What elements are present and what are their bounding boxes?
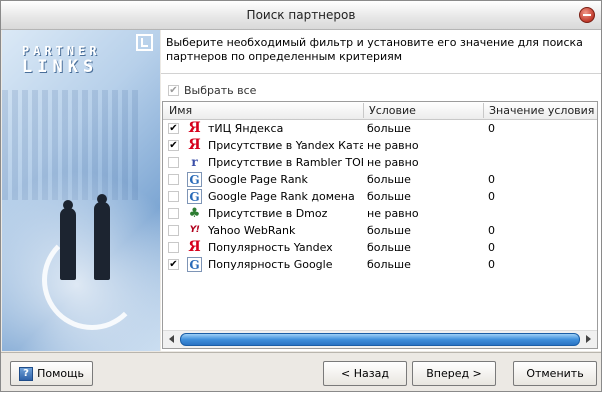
scroll-right-icon[interactable] — [586, 335, 591, 343]
scrollbar-thumb[interactable] — [180, 333, 580, 346]
select-all-control[interactable]: ✔ Выбрать все — [168, 84, 256, 97]
row-checkbox[interactable] — [168, 242, 179, 253]
table-row[interactable]: G Google Page Rank домена больше 0 — [163, 188, 597, 205]
window-title: Поиск партнеров — [246, 8, 356, 22]
table-row[interactable]: ✔ ЯтИЦ Яндекса больше 0 — [163, 120, 597, 137]
select-all-label: Выбрать все — [184, 84, 257, 97]
filter-condition[interactable]: больше — [367, 241, 482, 254]
help-icon: ? — [19, 366, 34, 381]
row-checkbox[interactable]: ✔ — [168, 123, 179, 134]
help-button-label: Помощь — [37, 367, 84, 380]
divider — [161, 73, 601, 74]
next-button[interactable]: Вперед > — [412, 361, 496, 386]
row-checkbox[interactable]: ✔ — [168, 259, 179, 270]
filter-condition[interactable]: больше — [367, 224, 482, 237]
filter-name: Присутствие в Yandex Катал... — [208, 139, 363, 152]
logo-line2: LINKS — [22, 57, 99, 77]
table-header: Имя Условие Значение условия — [163, 102, 597, 120]
filter-condition[interactable]: не равно — [367, 156, 482, 169]
filter-value[interactable]: 0 — [488, 190, 495, 203]
row-checkbox[interactable] — [168, 225, 179, 236]
table-row[interactable]: Я Популярность Yandex больше 0 — [163, 239, 597, 256]
table-row[interactable]: Y! Yahoo WebRank больше 0 — [163, 222, 597, 239]
filter-condition[interactable]: не равно — [367, 139, 482, 152]
sidebar-banner: PARTNER LINKS — [2, 30, 160, 351]
table-row[interactable]: ✔ Я Присутствие в Yandex Катал... не равно — [163, 137, 597, 154]
dmoz-icon: ♣ — [188, 206, 201, 221]
table-row[interactable]: r Присутствие в Rambler TOP1... не равно — [163, 154, 597, 171]
person-body — [94, 202, 110, 280]
row-checkbox[interactable] — [168, 157, 179, 168]
footer-divider — [1, 352, 601, 353]
filter-condition[interactable]: не равно — [367, 207, 482, 220]
corner-logo-icon — [136, 34, 153, 51]
filter-name: Присутствие в Dmoz — [208, 207, 328, 220]
google-icon: G — [187, 172, 202, 187]
column-header-condition[interactable]: Условие — [369, 104, 416, 117]
table-body: ✔ ЯтИЦ Яндекса больше 0 ✔ Я Присутствие в Yand… — [163, 120, 597, 273]
row-checkbox[interactable] — [168, 191, 179, 202]
main-panel: Выберите необходимый фильтр и установите… — [161, 30, 601, 351]
handshake-people-graphic — [56, 180, 126, 280]
horizontal-scrollbar[interactable] — [163, 330, 597, 348]
filter-value[interactable]: 0 — [488, 224, 495, 237]
filter-value[interactable]: 0 — [488, 241, 495, 254]
google-icon: G — [187, 189, 202, 204]
table-row[interactable]: G Google Page Rank больше 0 — [163, 171, 597, 188]
select-all-checkbox[interactable]: ✔ — [168, 85, 179, 96]
row-checkbox[interactable] — [168, 174, 179, 185]
logo-line1: PARTNER — [22, 44, 101, 58]
cancel-button-label: Отменить — [526, 367, 584, 380]
filter-condition[interactable]: больше — [367, 173, 482, 186]
partner-search-window: Поиск партнеров PARTNER LINKS Выберите н… — [0, 0, 602, 392]
filter-name: Присутствие в Rambler TOP1... — [208, 156, 363, 169]
column-divider[interactable] — [363, 103, 364, 118]
filter-name: Популярность Yandex — [208, 241, 333, 254]
cancel-button[interactable]: Отменить — [513, 361, 597, 386]
instructions-text: Выберите необходимый фильтр и установите… — [166, 36, 583, 63]
table-row[interactable]: ♣ Присутствие в Dmoz не равно — [163, 205, 597, 222]
yahoo-icon: Y! — [189, 225, 200, 235]
back-button[interactable]: < Назад — [323, 361, 407, 386]
yandex-icon: Я — [188, 120, 201, 136]
yandex-icon: Я — [188, 239, 201, 255]
filter-condition[interactable]: больше — [367, 258, 482, 271]
row-checkbox[interactable]: ✔ — [168, 140, 179, 151]
person-body — [60, 208, 76, 280]
google-icon: G — [187, 257, 202, 272]
table-row[interactable]: ✔ G Популярность Google больше 0 — [163, 256, 597, 273]
help-button[interactable]: ? Помощь — [10, 361, 93, 386]
yandex-icon: Я — [188, 137, 201, 153]
row-checkbox[interactable] — [168, 208, 179, 219]
filter-condition[interactable]: больше — [367, 122, 482, 135]
column-header-value[interactable]: Значение условия — [489, 104, 594, 117]
rambler-icon: r — [191, 155, 198, 169]
filter-value[interactable]: 0 — [488, 122, 495, 135]
filter-condition[interactable]: больше — [367, 190, 482, 203]
column-header-name[interactable]: Имя — [169, 104, 192, 117]
filter-value[interactable]: 0 — [488, 258, 495, 271]
filter-name: Google Page Rank — [208, 173, 308, 186]
scroll-left-icon[interactable] — [169, 335, 174, 343]
close-icon[interactable] — [579, 7, 595, 23]
filter-name: Yahoo WebRank — [208, 224, 296, 237]
filters-table: Имя Условие Значение условия ✔ ЯтИЦ Яндек… — [162, 101, 598, 349]
filter-value[interactable]: 0 — [488, 173, 495, 186]
filter-name: Популярность Google — [208, 258, 333, 271]
back-button-label: < Назад — [341, 367, 389, 380]
column-divider[interactable] — [483, 103, 484, 118]
filter-name: тИЦ Яндекса — [208, 122, 284, 135]
next-button-label: Вперед > — [426, 367, 482, 380]
title-bar[interactable]: Поиск партнеров — [1, 1, 601, 30]
filter-name: Google Page Rank домена — [208, 190, 355, 203]
